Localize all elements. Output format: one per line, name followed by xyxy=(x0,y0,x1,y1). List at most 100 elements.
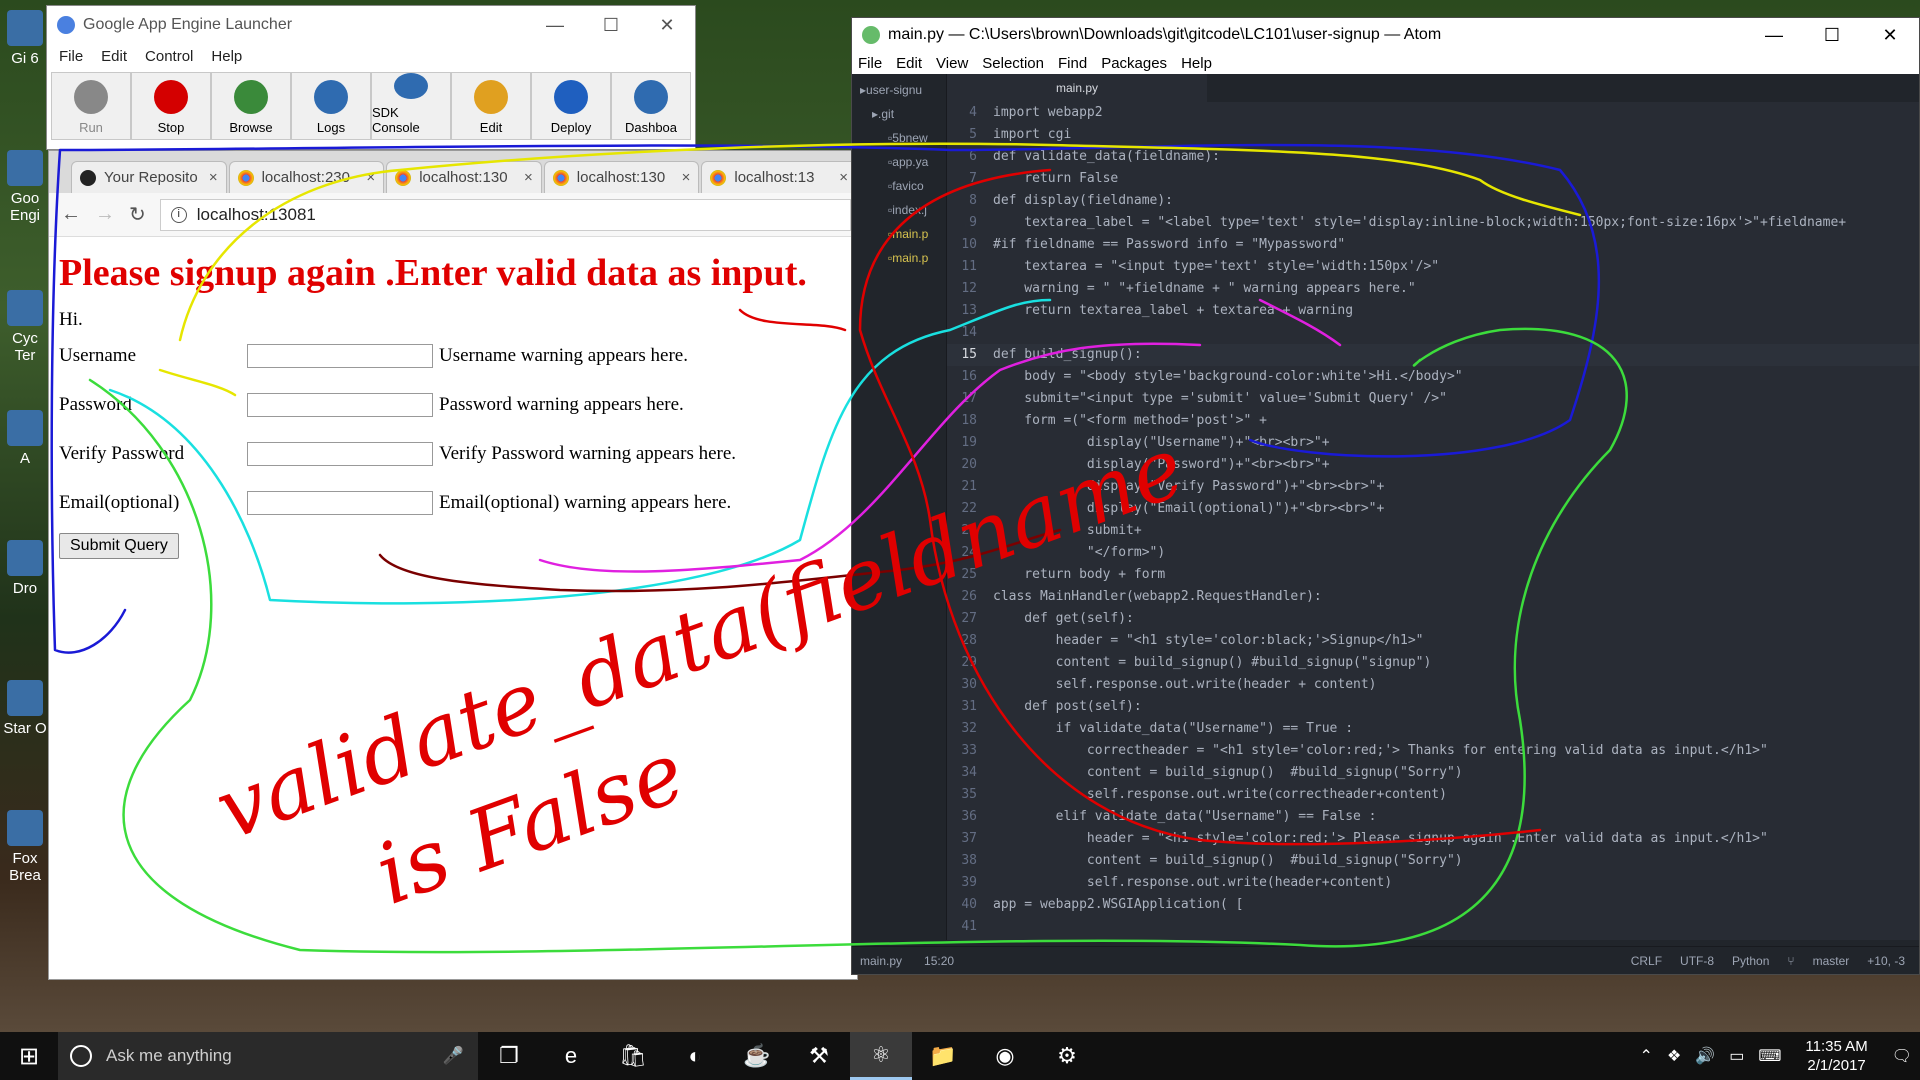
code-line[interactable]: 27 def get(self): xyxy=(947,608,1919,630)
taskbar-eclipse[interactable]: ◐ xyxy=(664,1032,726,1080)
browse-button[interactable]: Browse xyxy=(211,72,291,140)
status-cursor[interactable]: 15:20 xyxy=(924,954,954,968)
code-line[interactable]: 7 return False xyxy=(947,168,1919,190)
code-line[interactable]: 20 display("Password")+"<br><br>"+ xyxy=(947,454,1919,476)
menu-selection[interactable]: Selection xyxy=(982,55,1044,72)
status-grammar[interactable]: Python xyxy=(1732,954,1769,968)
tree-item[interactable]: ▸ .git xyxy=(852,102,946,126)
forward-icon[interactable]: → xyxy=(95,203,115,226)
desktop-icon[interactable]: Star O xyxy=(2,680,48,737)
microphone-icon[interactable]: 🎤 xyxy=(443,1046,464,1066)
maximize-button[interactable]: ☐ xyxy=(1803,25,1861,46)
code-line[interactable]: 26 class MainHandler(webapp2.RequestHandl… xyxy=(947,586,1919,608)
menu-edit[interactable]: Edit xyxy=(101,48,127,65)
code-line[interactable]: 14 xyxy=(947,322,1919,344)
close-tab-icon[interactable]: × xyxy=(682,169,691,186)
status-file[interactable]: main.py xyxy=(860,954,902,968)
status-encoding[interactable]: UTF-8 xyxy=(1680,954,1714,968)
address-bar[interactable]: i localhost:13081 xyxy=(159,198,851,231)
code-line[interactable]: 10 #if fieldname == Password info = "Mypa… xyxy=(947,234,1919,256)
taskbar-store[interactable]: 🛍 xyxy=(602,1032,664,1080)
browser-tab[interactable]: localhost:13 × xyxy=(701,161,857,193)
keyboard-icon[interactable]: ⌨ xyxy=(1758,1046,1781,1066)
code-line[interactable]: 35 self.response.out.write(correctheader… xyxy=(947,784,1919,806)
dashboa-button[interactable]: Dashboa xyxy=(611,72,691,140)
taskbar-edge[interactable]: e xyxy=(540,1032,602,1080)
code-editor[interactable]: main.py 4 import webapp2 5 import cgi 6 def v… xyxy=(947,74,1919,940)
code-line[interactable]: 11 textarea = "<input type='text' style=… xyxy=(947,256,1919,278)
code-line[interactable]: 12 warning = " "+fieldname + " warning a… xyxy=(947,278,1919,300)
code-line[interactable]: 4 import webapp2 xyxy=(947,102,1919,124)
taskbar-app-engine[interactable]: ⚙ xyxy=(1036,1032,1098,1080)
menu-help[interactable]: Help xyxy=(211,48,242,65)
code-line[interactable]: 24 "</form>") xyxy=(947,542,1919,564)
tree-item[interactable]: ▫ app.ya xyxy=(852,150,946,174)
edit-button[interactable]: Edit xyxy=(451,72,531,140)
code-line[interactable]: 36 elif validate_data("Username") == Fal… xyxy=(947,806,1919,828)
back-icon[interactable]: ← xyxy=(61,203,81,226)
status-line-ending[interactable]: CRLF xyxy=(1631,954,1662,968)
tree-item[interactable]: ▸ user-signu xyxy=(852,78,946,102)
menu-edit[interactable]: Edit xyxy=(896,55,922,72)
code-line[interactable]: 17 submit="<input type ='submit' value='… xyxy=(947,388,1919,410)
notifications-icon[interactable]: 🗨 xyxy=(1892,1046,1912,1066)
code-line[interactable]: 16 body = "<body style='background-color… xyxy=(947,366,1919,388)
tree-item[interactable]: ▫ 5bnew xyxy=(852,126,946,150)
atom-titlebar[interactable]: main.py — C:\Users\brown\Downloads\git\g… xyxy=(852,18,1919,52)
status-diff[interactable]: +10, -3 xyxy=(1867,954,1905,968)
status-branch[interactable]: master xyxy=(1813,954,1850,968)
code-line[interactable]: 25 return body + form xyxy=(947,564,1919,586)
browser-tab[interactable]: localhost:130 × xyxy=(386,161,542,193)
desktop-icon[interactable]: Cyc Ter xyxy=(2,290,48,364)
menu-packages[interactable]: Packages xyxy=(1101,55,1167,72)
close-tab-icon[interactable]: × xyxy=(209,169,218,186)
desktop-icon[interactable]: Gi 6 xyxy=(2,10,48,67)
taskbar-tools[interactable]: ⚒ xyxy=(788,1032,850,1080)
code-line[interactable]: 33 correctheader = "<h1 style='color:red… xyxy=(947,740,1919,762)
volume-icon[interactable]: 🔊 xyxy=(1695,1046,1715,1066)
code-line[interactable]: 28 header = "<h1 style='color:black;'>Si… xyxy=(947,630,1919,652)
tree-item[interactable]: ▫ main.p xyxy=(852,246,946,270)
desktop-icon[interactable]: A xyxy=(2,410,48,467)
battery-icon[interactable]: ▭ xyxy=(1729,1046,1744,1066)
logs-button[interactable]: Logs xyxy=(291,72,371,140)
maximize-button[interactable]: ☐ xyxy=(583,15,639,36)
tree-item[interactable]: ▫ favico xyxy=(852,174,946,198)
code-line[interactable]: 18 form =("<form method='post'>" + xyxy=(947,410,1919,432)
code-line[interactable]: 22 display("Email(optional)")+"<br><br>"… xyxy=(947,498,1919,520)
minimize-button[interactable]: — xyxy=(1745,25,1803,46)
code-line[interactable]: 8 def display(fieldname): xyxy=(947,190,1919,212)
code-line[interactable]: 19 display("Username")+"<br><br>"+ xyxy=(947,432,1919,454)
menu-file[interactable]: File xyxy=(59,48,83,65)
code-line[interactable]: 5 import cgi xyxy=(947,124,1919,146)
code-line[interactable]: 34 content = build_signup() #build_signu… xyxy=(947,762,1919,784)
gae-titlebar[interactable]: Google App Engine Launcher — ☐ ✕ xyxy=(47,6,695,44)
sdk-console-button[interactable]: SDK Console xyxy=(371,72,451,140)
code-line[interactable]: 13 return textarea_label + textarea + wa… xyxy=(947,300,1919,322)
menu-help[interactable]: Help xyxy=(1181,55,1212,72)
close-button[interactable]: ✕ xyxy=(639,15,695,36)
taskbar-java[interactable]: ☕ xyxy=(726,1032,788,1080)
browser-tab[interactable]: localhost:130 × xyxy=(543,161,700,193)
close-tab-icon[interactable]: × xyxy=(839,169,848,186)
desktop-icon[interactable]: Fox Brea xyxy=(2,810,48,884)
desktop-icon[interactable]: Goo Engi xyxy=(2,150,48,224)
password-input[interactable] xyxy=(247,392,433,417)
deploy-button[interactable]: Deploy xyxy=(531,72,611,140)
code-line[interactable]: 9 textarea_label = "<label type='text' s… xyxy=(947,212,1919,234)
code-line[interactable]: 23 submit+ xyxy=(947,520,1919,542)
code-line[interactable]: 6 def validate_data(fieldname): xyxy=(947,146,1919,168)
reload-icon[interactable]: ↻ xyxy=(129,202,146,227)
taskbar-file-explorer[interactable]: 📁 xyxy=(912,1032,974,1080)
browser-tab[interactable]: localhost:230 × xyxy=(228,161,385,193)
close-tab-icon[interactable]: × xyxy=(524,169,533,186)
browser-tab[interactable]: Your Reposito × xyxy=(71,161,227,193)
cortana-search[interactable]: Ask me anything 🎤 xyxy=(58,1032,478,1080)
code-line[interactable]: 32 if validate_data("Username") == True … xyxy=(947,718,1919,740)
verify-password-input[interactable] xyxy=(247,441,433,466)
clock[interactable]: 11:35 AM 2/1/2017 xyxy=(1795,1037,1877,1075)
code-line[interactable]: 21 display("Verify Password")+"<br><br>"… xyxy=(947,476,1919,498)
submit-button[interactable]: Submit Query xyxy=(59,533,179,559)
code-area[interactable]: 4 import webapp2 5 import cgi 6 def validate_… xyxy=(947,102,1919,938)
code-line[interactable]: 15 def build_signup(): xyxy=(947,344,1919,366)
